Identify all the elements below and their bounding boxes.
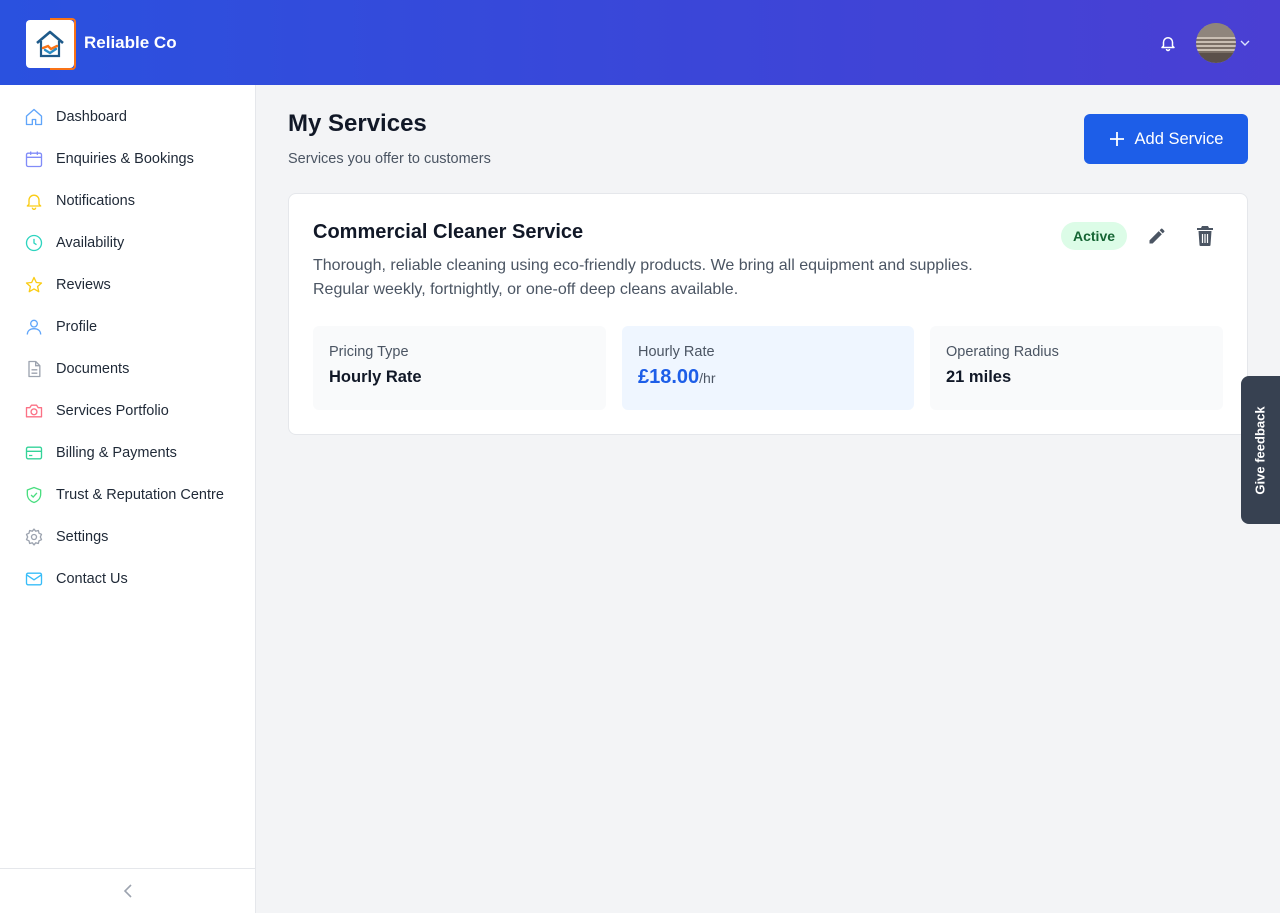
status-badge: Active [1061,222,1128,250]
credit-card-icon [24,443,44,463]
add-service-label: Add Service [1134,129,1224,148]
shield-check-icon [24,485,44,505]
account-menu-toggle[interactable] [1240,36,1254,50]
service-card: Commercial Cleaner Service Thorough, rel… [288,193,1248,435]
page-title: My Services [288,110,427,137]
hourly-rate-stat: Hourly Rate £18.00/hr [622,326,914,410]
sidebar-item-enquiries-bookings[interactable]: Enquiries & Bookings [0,138,255,180]
collapse-sidebar-button[interactable] [0,868,255,913]
sidebar-item-contact-us[interactable]: Contact Us [0,558,255,600]
sidebar-item-label: Documents [56,361,130,377]
trash-icon [1197,226,1213,246]
user-avatar[interactable] [1196,22,1236,63]
brand-logo[interactable] [26,17,76,70]
clock-icon [24,233,44,253]
user-icon [24,317,44,337]
sidebar-nav: Dashboard Enquiries & Bookings Notificat… [0,85,255,600]
sidebar-item-label: Notifications [56,193,135,209]
chevron-left-icon [123,884,132,898]
sidebar-item-label: Billing & Payments [56,445,177,461]
camera-icon [24,401,44,421]
hourly-rate-unit: /hr [699,370,716,386]
sidebar-item-label: Trust & Reputation Centre [56,487,224,503]
sidebar-item-settings[interactable]: Settings [0,516,255,558]
sidebar-item-billing-payments[interactable]: Billing & Payments [0,432,255,474]
mail-icon [24,569,44,589]
sidebar-item-label: Availability [56,235,125,251]
sidebar-item-dashboard[interactable]: Dashboard [0,96,255,138]
service-description: Thorough, reliable cleaning using eco-fr… [313,257,973,298]
pricing-type-stat: Pricing Type Hourly Rate [313,326,606,410]
sidebar-item-notifications[interactable]: Notifications [0,180,255,222]
hourly-rate-label: Hourly Rate [638,344,715,360]
chevron-down-icon [1240,40,1250,46]
sidebar-item-label: Enquiries & Bookings [56,151,194,167]
operating-radius-value: 21 miles [946,368,1012,386]
delete-service-button[interactable] [1192,223,1218,249]
hourly-rate-value: £18.00 [638,366,700,388]
sidebar: Dashboard Enquiries & Bookings Notificat… [0,85,256,913]
notifications-button[interactable] [1154,29,1182,57]
gear-icon [24,527,44,547]
sidebar-item-availability[interactable]: Availability [0,222,255,264]
sidebar-item-label: Settings [56,529,109,545]
sidebar-item-label: Services Portfolio [56,403,169,419]
plus-icon [1109,131,1125,147]
pricing-type-value: Hourly Rate [329,368,422,386]
bell-icon [1161,36,1175,51]
sidebar-item-services-portfolio[interactable]: Services Portfolio [0,390,255,432]
add-service-button[interactable]: Add Service [1084,114,1248,164]
service-name: Commercial Cleaner Service [313,221,584,243]
sidebar-item-label: Reviews [56,277,111,293]
give-feedback-tab[interactable]: Give feedback [1241,376,1280,524]
star-icon [24,275,44,295]
sidebar-item-trust-reputation[interactable]: Trust & Reputation Centre [0,474,255,516]
operating-radius-stat: Operating Radius 21 miles [930,326,1223,410]
calendar-icon [24,149,44,169]
sidebar-item-label: Profile [56,319,98,335]
sidebar-item-label: Contact Us [56,571,128,587]
pencil-icon [1149,228,1165,244]
edit-service-button[interactable] [1144,223,1170,249]
pricing-type-label: Pricing Type [329,344,409,360]
brand-name: Reliable Co [84,32,177,52]
operating-radius-label: Operating Radius [946,344,1059,360]
give-feedback-label: Give feedback [1253,405,1268,495]
sidebar-item-documents[interactable]: Documents [0,348,255,390]
page-subtitle: Services you offer to customers [288,151,491,167]
sidebar-item-label: Dashboard [56,109,127,125]
top-header: Reliable Co [0,0,1280,85]
bell-icon [24,191,44,211]
sidebar-item-profile[interactable]: Profile [0,306,255,348]
sidebar-item-reviews[interactable]: Reviews [0,264,255,306]
home-icon [24,107,44,127]
document-icon [24,359,44,379]
